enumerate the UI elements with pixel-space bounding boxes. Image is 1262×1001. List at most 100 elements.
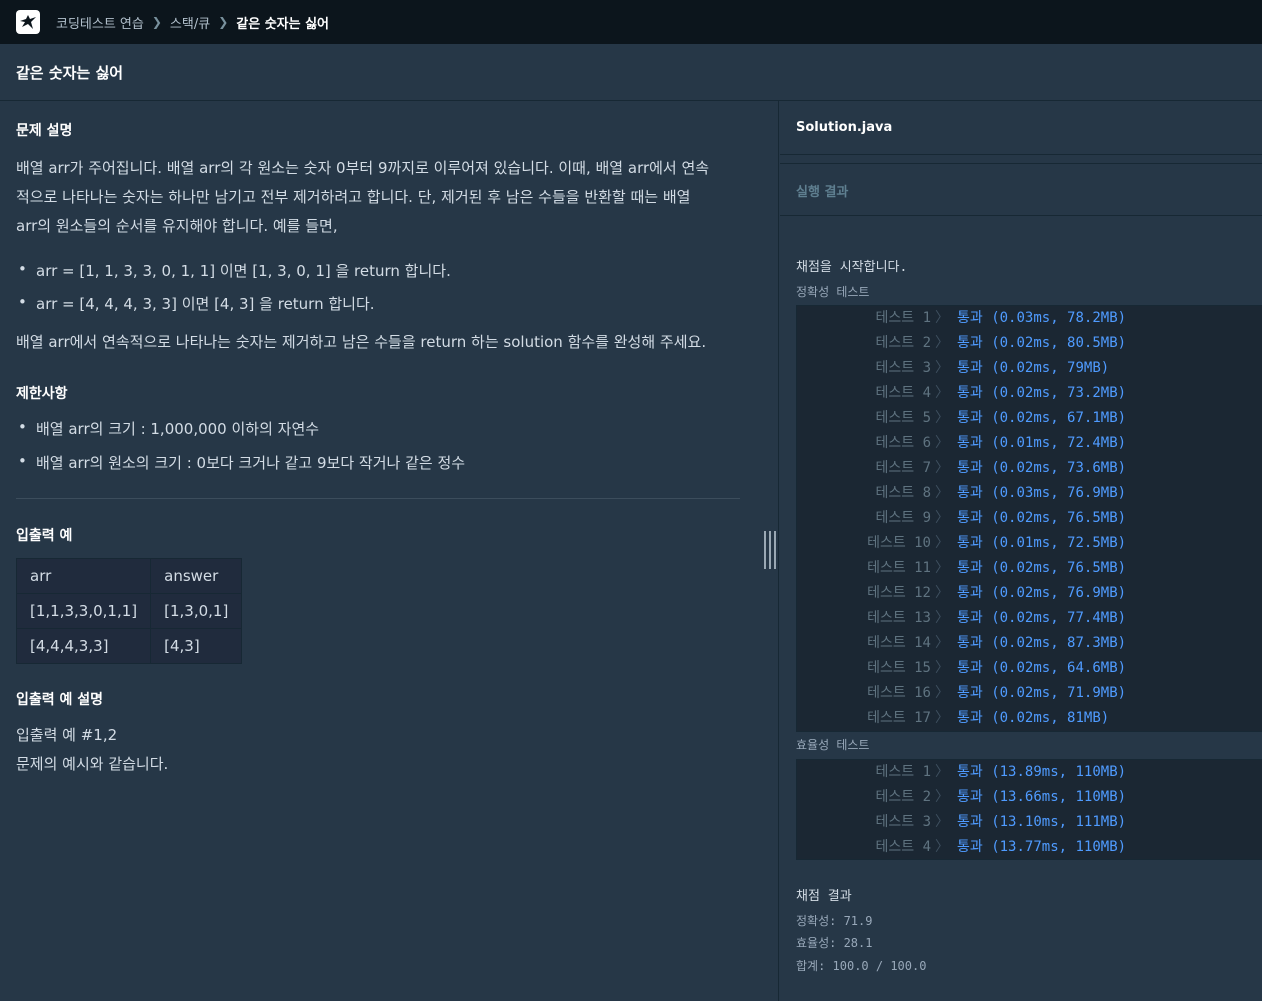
test-name: 테스트 11 (867, 560, 931, 576)
chevron-right-icon: 〉 (935, 560, 949, 576)
test-result-row: 테스트 6 〉 통과 (0.01ms, 72.4MB) (797, 431, 1262, 456)
test-result: 통과 (13.10ms, 111MB) (957, 814, 1127, 830)
test-result: 통과 (0.02ms, 76.5MB) (957, 560, 1127, 576)
problem-line-3: arr의 원소들의 순서를 유지해야 합니다. 예를 들면, (16, 217, 338, 235)
total-score: 합계: 100.0 / 100.0 (796, 959, 927, 973)
test-result: 통과 (13.77ms, 110MB) (957, 839, 1127, 855)
table-cell: [1,3,0,1] (150, 593, 243, 629)
test-name: 테스트 6 (875, 435, 932, 451)
page-title: 같은 숫자는 싫어 (16, 64, 124, 82)
test-name: 테스트 9 (875, 510, 932, 526)
result-header: 실행 결과 (780, 163, 1262, 216)
test-name: 테스트 12 (867, 585, 931, 601)
chevron-right-icon: 〉 (935, 635, 949, 651)
chevron-right-icon: 〉 (935, 660, 949, 676)
test-name: 테스트 17 (867, 710, 931, 726)
chevron-right-icon: 〉 (935, 789, 949, 805)
efficiency-score: 효율성: 28.1 (796, 936, 873, 950)
test-result: 통과 (13.89ms, 110MB) (957, 764, 1127, 780)
test-result: 통과 (0.02ms, 73.2MB) (957, 385, 1127, 401)
problem-panel[interactable]: 문제 설명 배열 arr가 주어집니다. 배열 arr의 각 원소는 숫자 0부… (0, 101, 779, 1001)
test-result-row: 테스트 9 〉 통과 (0.02ms, 76.5MB) (797, 506, 1262, 531)
chevron-right-icon: ❯ (151, 15, 162, 29)
chevron-right-icon: 〉 (935, 710, 949, 726)
chevron-right-icon: 〉 (935, 435, 949, 451)
efficiency-label: 효율성 테스트 (796, 738, 870, 752)
test-result-row: 테스트 2 〉 통과 (13.66ms, 110MB) (797, 785, 1262, 810)
test-result: 통과 (0.02ms, 81MB) (957, 710, 1110, 726)
chevron-right-icon: 〉 (935, 335, 949, 351)
test-name: 테스트 10 (867, 535, 931, 551)
test-result-row: 테스트 14 〉 통과 (0.02ms, 87.3MB) (797, 631, 1262, 656)
test-result-row: 테스트 5 〉 통과 (0.02ms, 67.1MB) (797, 406, 1262, 431)
programmers-logo-icon[interactable] (16, 10, 40, 34)
constraint-item-1: 배열 arr의 크기 : 1,000,000 이하의 자연수 (18, 418, 319, 439)
handle-bar (774, 531, 776, 569)
test-result: 통과 (0.02ms, 77.4MB) (957, 610, 1127, 626)
file-name: Solution.java (796, 120, 893, 135)
section-divider (16, 498, 740, 499)
panel-resize-handle[interactable] (764, 531, 776, 569)
handle-bar (764, 531, 766, 569)
breadcrumb: 코딩테스트 연습 ❯ 스택/큐 ❯ 같은 숫자는 싫어 (56, 0, 329, 44)
test-result-row: 테스트 1 〉 통과 (0.03ms, 78.2MB) (797, 306, 1262, 331)
test-name: 테스트 4 (875, 385, 932, 401)
test-name: 테스트 1 (875, 310, 932, 326)
breadcrumb-stack-queue[interactable]: 스택/큐 (170, 13, 210, 32)
test-name: 테스트 5 (875, 410, 932, 426)
problem-line-1: 배열 arr가 주어집니다. 배열 arr의 각 원소는 숫자 0부터 9까지로… (16, 159, 710, 177)
table-header-cell: answer (150, 558, 243, 594)
chevron-right-icon: 〉 (935, 610, 949, 626)
grading-start-text: 채점을 시작합니다. (796, 260, 908, 275)
test-result-row: 테스트 15 〉 통과 (0.02ms, 64.6MB) (797, 656, 1262, 681)
test-name: 테스트 2 (875, 335, 932, 351)
table-cell: [1,1,3,3,0,1,1] (15, 593, 152, 629)
chevron-right-icon: 〉 (935, 410, 949, 426)
io-explanation-line-2: 문제의 예시와 같습니다. (16, 755, 169, 773)
breadcrumb-coding-test[interactable]: 코딩테스트 연습 (56, 13, 144, 32)
test-name: 테스트 16 (867, 685, 931, 701)
test-result-row: 테스트 8 〉 통과 (0.03ms, 76.9MB) (797, 481, 1262, 506)
example-bullet-1: arr = [1, 1, 3, 3, 0, 1, 1] 이면 [1, 3, 0,… (18, 260, 451, 281)
io-explanation-line-1: 입출력 예 #1,2 (16, 726, 118, 744)
file-tab[interactable]: Solution.java (780, 101, 1262, 155)
table-cell: [4,4,4,3,3] (15, 628, 152, 664)
test-name: 테스트 8 (875, 485, 932, 501)
chevron-right-icon: ❯ (218, 15, 229, 29)
problem-heading: 문제 설명 (16, 123, 73, 139)
breadcrumb-current: 같은 숫자는 싫어 (236, 16, 330, 32)
table-header-row: arr answer (15, 558, 243, 594)
test-result: 통과 (0.02ms, 80.5MB) (957, 335, 1127, 351)
chevron-right-icon: 〉 (935, 510, 949, 526)
top-nav-bar: 코딩테스트 연습 ❯ 스택/큐 ❯ 같은 숫자는 싫어 (0, 0, 1262, 44)
test-result: 통과 (0.02ms, 67.1MB) (957, 410, 1127, 426)
test-result-row: 테스트 17 〉 통과 (0.02ms, 81MB) (797, 706, 1262, 731)
test-name: 테스트 13 (867, 610, 931, 626)
test-result-row: 테스트 7 〉 통과 (0.02ms, 73.6MB) (797, 456, 1262, 481)
problem-line-2: 적으로 나타나는 숫자는 하나만 남기고 전부 제거하려고 합니다. 단, 제거… (16, 188, 691, 206)
test-name: 테스트 7 (875, 460, 932, 476)
constraint-item-2: 배열 arr의 원소의 크기 : 0보다 크거나 같고 9보다 작거나 같은 정… (18, 452, 465, 473)
io-explanation-heading: 입출력 예 설명 (16, 692, 104, 708)
editor-panel: Solution.java 실행 결과 채점을 시작합니다. 정확성 테스트 테… (780, 101, 1262, 1001)
test-result-row: 테스트 3 〉 통과 (0.02ms, 79MB) (797, 356, 1262, 381)
io-example-heading: 입출력 예 (16, 528, 73, 544)
chevron-right-icon: 〉 (935, 585, 949, 601)
test-result: 통과 (0.02ms, 73.6MB) (957, 460, 1127, 476)
handle-bar (769, 531, 771, 569)
accuracy-label: 정확성 테스트 (796, 285, 870, 299)
table-row: [1,1,3,3,0,1,1] [1,3,0,1] (15, 593, 243, 629)
test-result-row: 테스트 4 〉 통과 (0.02ms, 73.2MB) (797, 381, 1262, 406)
example-bullet-2: arr = [4, 4, 4, 3, 3] 이면 [4, 3] 을 return… (18, 293, 375, 314)
test-name: 테스트 1 (875, 764, 932, 780)
test-name: 테스트 14 (867, 635, 931, 651)
test-name: 테스트 4 (875, 839, 932, 855)
chevron-right-icon: 〉 (935, 764, 949, 780)
chevron-right-icon: 〉 (935, 814, 949, 830)
chevron-right-icon: 〉 (935, 385, 949, 401)
test-result-row: 테스트 1 〉 통과 (13.89ms, 110MB) (797, 760, 1262, 785)
accuracy-score: 정확성: 71.9 (796, 914, 873, 928)
chevron-right-icon: 〉 (935, 485, 949, 501)
io-example-table: arr answer [1,1,3,3,0,1,1] [1,3,0,1] [4,… (15, 558, 243, 664)
test-result: 통과 (0.01ms, 72.5MB) (957, 535, 1127, 551)
